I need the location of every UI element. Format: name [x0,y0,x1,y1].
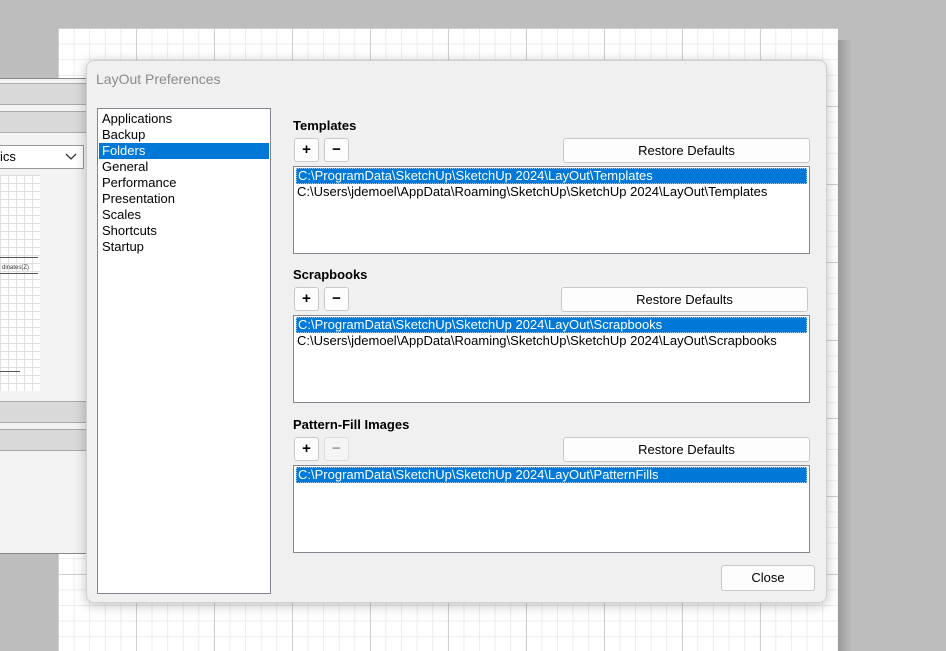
dialog-title: LayOut Preferences [96,71,221,87]
tray-header-bar[interactable] [0,83,86,105]
pattern-fill-section-title: Pattern-Fill Images [293,417,410,432]
preview-line [0,273,38,274]
category-item-shortcuts[interactable]: Shortcuts [99,223,269,239]
list-item[interactable]: C:\ProgramData\SketchUp\SketchUp 2024\La… [296,317,807,333]
pattern-fill-remove-button[interactable]: − [324,437,349,461]
pattern-fill-restore-defaults-button[interactable]: Restore Defaults [563,437,810,462]
tray-dropdown-value: ics [0,149,16,164]
category-item-startup[interactable]: Startup [99,239,269,255]
category-item-performance[interactable]: Performance [99,175,269,191]
category-item-general[interactable]: General [99,159,269,175]
category-item-folders[interactable]: Folders [99,143,269,159]
preview-caption: dinates(Z) [2,265,30,271]
pattern-fill-add-button[interactable]: + [294,437,319,461]
close-button[interactable]: Close [721,565,815,591]
chevron-down-icon [65,146,77,175]
category-item-scales[interactable]: Scales [99,207,269,223]
scrapbooks-section-title: Scrapbooks [293,267,368,282]
list-item[interactable]: C:\ProgramData\SketchUp\SketchUp 2024\La… [296,467,807,483]
list-item[interactable]: C:\ProgramData\SketchUp\SketchUp 2024\La… [296,168,807,184]
category-item-presentation[interactable]: Presentation [99,191,269,207]
background-tray-panel: ics dinates(Z) [0,78,88,554]
category-list[interactable]: Applications Backup Folders General Perf… [97,108,271,594]
templates-restore-defaults-button[interactable]: Restore Defaults [563,138,810,163]
preview-line [0,371,20,372]
canvas-shadow [838,40,852,651]
templates-remove-button[interactable]: − [324,138,349,162]
scrapbooks-restore-defaults-button[interactable]: Restore Defaults [561,287,808,312]
tray-preview-thumbnail: dinates(Z) [0,175,40,391]
preview-line [0,257,38,258]
list-item[interactable]: C:\Users\jdemoel\AppData\Roaming\SketchU… [296,333,807,349]
tray-header-bar[interactable] [0,401,86,423]
tray-header-bar[interactable] [0,111,86,133]
category-item-backup[interactable]: Backup [99,127,269,143]
list-item[interactable]: C:\Users\jdemoel\AppData\Roaming\SketchU… [296,184,807,200]
templates-section-title: Templates [293,118,357,133]
scrapbooks-path-list[interactable]: C:\ProgramData\SketchUp\SketchUp 2024\La… [293,315,810,403]
tray-header-bar[interactable] [0,429,86,451]
pattern-fill-path-list[interactable]: C:\ProgramData\SketchUp\SketchUp 2024\La… [293,465,810,553]
templates-add-button[interactable]: + [294,138,319,162]
tray-dropdown[interactable]: ics [0,145,84,169]
scrapbooks-remove-button[interactable]: − [324,287,349,311]
category-item-applications[interactable]: Applications [99,111,269,127]
preferences-dialog: LayOut Preferences Applications Backup F… [86,60,827,603]
scrapbooks-add-button[interactable]: + [294,287,319,311]
templates-path-list[interactable]: C:\ProgramData\SketchUp\SketchUp 2024\La… [293,166,810,254]
